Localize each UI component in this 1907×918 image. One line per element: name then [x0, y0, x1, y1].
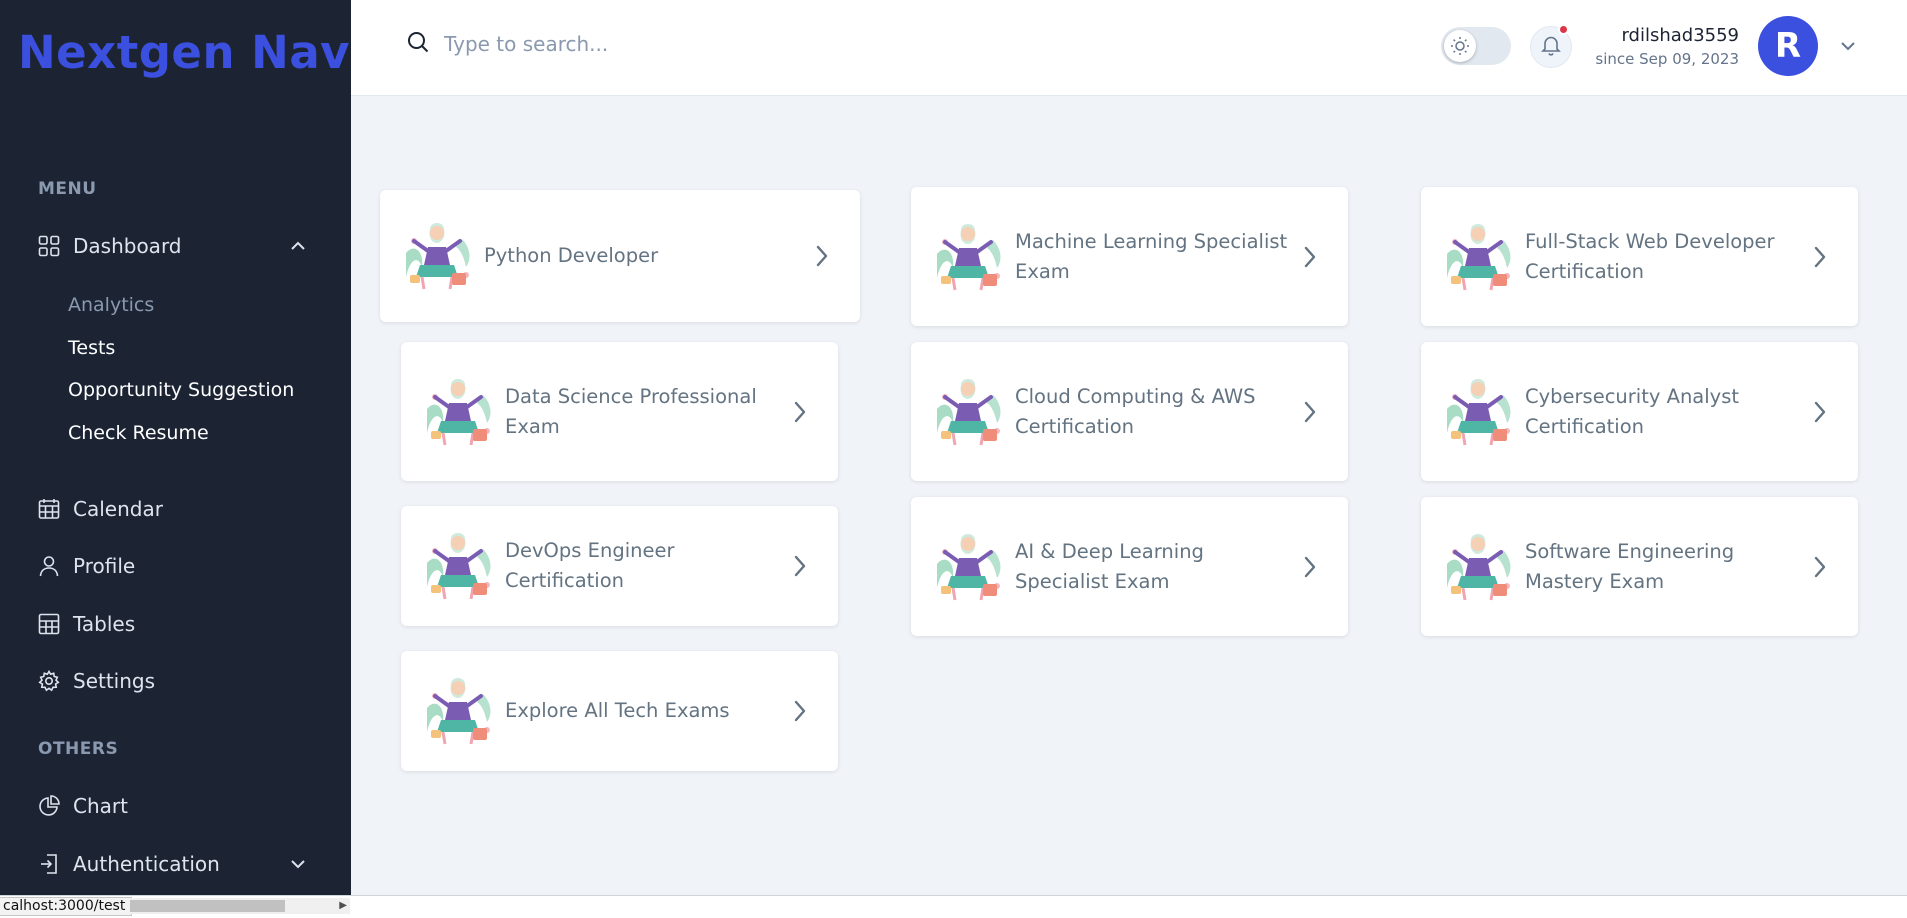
- chevron-down-icon: [289, 855, 307, 873]
- others-group-title: OTHERS: [38, 739, 119, 759]
- sidebar-item-label: Settings: [73, 669, 156, 693]
- exam-illustration: [421, 529, 497, 603]
- grid-icon: [38, 235, 60, 257]
- exam-illustration: [1441, 220, 1517, 294]
- notifications-button[interactable]: [1530, 24, 1572, 68]
- chevron-right-icon: [1300, 400, 1320, 424]
- sidebar-item-calendar[interactable]: Calendar: [38, 491, 307, 527]
- table-icon: [38, 613, 60, 635]
- exam-card[interactable]: Python Developer: [380, 190, 860, 322]
- sidebar-subitem-tests[interactable]: Tests: [68, 337, 115, 359]
- pie-chart-icon: [38, 795, 60, 817]
- chevron-down-icon[interactable]: [1839, 37, 1857, 55]
- horizontal-scrollbar[interactable]: ▶: [130, 898, 350, 914]
- exam-illustration: [1441, 375, 1517, 449]
- user-name[interactable]: rdilshad3559: [1621, 25, 1739, 46]
- gear-icon: [38, 670, 60, 692]
- sidebar-item-profile[interactable]: Profile: [38, 548, 307, 584]
- search-icon[interactable]: [406, 30, 430, 58]
- chevron-right-icon: [790, 554, 810, 578]
- exam-card[interactable]: Full-Stack Web Developer Certification: [1421, 187, 1858, 326]
- browser-status-bar: calhost:3000/test ▶: [0, 895, 1907, 918]
- calendar-icon: [38, 498, 60, 520]
- login-icon: [38, 853, 60, 875]
- sidebar-item-tables[interactable]: Tables: [38, 606, 307, 642]
- exam-card-title: Explore All Tech Exams: [505, 699, 730, 722]
- sidebar-item-label: Chart: [73, 794, 128, 818]
- exam-card-title: Cloud Computing & AWS Certification: [1015, 384, 1256, 438]
- chevron-right-icon: [790, 400, 810, 424]
- exam-illustration: [1441, 530, 1517, 604]
- search-input[interactable]: [444, 32, 844, 56]
- chevron-right-icon: [812, 244, 832, 268]
- sidebar-item-label: Calendar: [73, 497, 163, 521]
- scrollbar-thumb[interactable]: [130, 900, 285, 912]
- chevron-right-icon: [1300, 245, 1320, 269]
- sidebar-item-label: Tables: [73, 612, 136, 636]
- scroll-right-icon[interactable]: ▶: [339, 900, 347, 911]
- exam-card-title: AI & Deep Learning Specialist Exam: [1015, 539, 1204, 593]
- sidebar-item-chart[interactable]: Chart: [38, 788, 307, 824]
- chevron-up-icon: [289, 237, 307, 255]
- exam-card-title: Cybersecurity Analyst Certification: [1525, 384, 1740, 438]
- exam-illustration: [931, 375, 1007, 449]
- user-member-since: since Sep 09, 2023: [1595, 50, 1739, 68]
- sidebar-item-authentication[interactable]: Authentication: [38, 846, 307, 882]
- dark-mode-toggle[interactable]: [1441, 27, 1511, 65]
- sidebar-item-label: Profile: [73, 554, 136, 578]
- exam-card[interactable]: Cybersecurity Analyst Certification: [1421, 342, 1858, 481]
- bell-icon: [1540, 34, 1562, 60]
- sidebar-subitem-analytics[interactable]: Analytics: [68, 294, 154, 316]
- exam-illustration: [931, 530, 1007, 604]
- brand-logo[interactable]: Nextgen Naviga: [18, 26, 351, 79]
- exam-card-title: Machine Learning Specialist Exam: [1015, 229, 1288, 283]
- exam-illustration: [400, 219, 476, 293]
- status-url: calhost:3000/test: [0, 897, 133, 916]
- sun-icon: [1444, 30, 1476, 62]
- sidebar-item-label: Authentication: [73, 852, 220, 876]
- exam-card-title: Software Engineering Mastery Exam: [1525, 539, 1735, 593]
- chevron-right-icon: [790, 699, 810, 723]
- exam-card-title: Data Science Professional Exam: [505, 384, 757, 438]
- exam-card[interactable]: DevOps Engineer Certification: [401, 506, 838, 626]
- user-icon: [38, 555, 60, 577]
- exam-card[interactable]: AI & Deep Learning Specialist Exam: [911, 497, 1348, 636]
- sidebar-subitem-check-resume[interactable]: Check Resume: [68, 422, 209, 444]
- exam-illustration: [931, 220, 1007, 294]
- chevron-right-icon: [1300, 555, 1320, 579]
- chevron-right-icon: [1810, 555, 1830, 579]
- sidebar: Nextgen Naviga MENU Dashboard Analytics …: [0, 0, 351, 918]
- exam-illustration: [421, 674, 497, 748]
- sidebar-item-settings[interactable]: Settings: [38, 663, 307, 699]
- exam-card-title: Full-Stack Web Developer Certification: [1525, 229, 1775, 283]
- exam-card[interactable]: Software Engineering Mastery Exam: [1421, 497, 1858, 636]
- avatar[interactable]: R: [1758, 16, 1818, 76]
- menu-group-title: MENU: [38, 179, 97, 199]
- sidebar-item-dashboard[interactable]: Dashboard: [38, 228, 307, 264]
- search-bar[interactable]: [406, 30, 844, 58]
- exam-card-title: DevOps Engineer Certification: [505, 539, 675, 592]
- exam-card-title: Python Developer: [484, 244, 659, 267]
- exam-card[interactable]: Explore All Tech Exams: [401, 651, 838, 771]
- exam-card[interactable]: Data Science Professional Exam: [401, 342, 838, 481]
- exam-card[interactable]: Machine Learning Specialist Exam: [911, 187, 1348, 326]
- sidebar-subitem-opportunity-suggestion[interactable]: Opportunity Suggestion: [68, 379, 294, 401]
- chevron-right-icon: [1810, 400, 1830, 424]
- sidebar-item-label: Dashboard: [73, 234, 182, 258]
- exam-illustration: [421, 375, 497, 449]
- notification-dot: [1558, 24, 1569, 35]
- top-header: rdilshad3559 since Sep 09, 2023 R: [351, 0, 1907, 96]
- chevron-right-icon: [1810, 245, 1830, 269]
- exam-card[interactable]: Cloud Computing & AWS Certification: [911, 342, 1348, 481]
